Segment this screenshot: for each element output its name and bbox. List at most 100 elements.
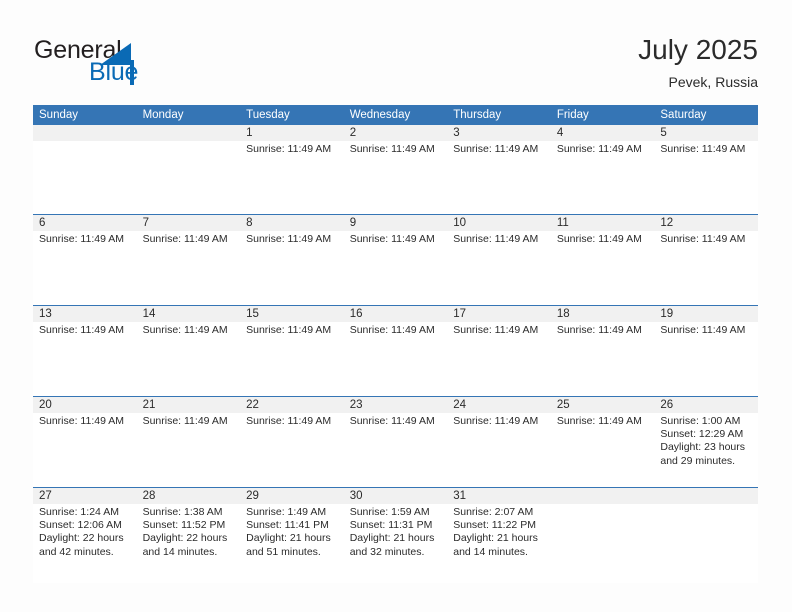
day-cell-4[interactable]: 4 Sunrise: 11:49 AM bbox=[550, 125, 655, 214]
day-cell-10[interactable]: 10 Sunrise: 11:49 AM bbox=[447, 215, 551, 305]
day-cell-20[interactable]: 20 Sunrise: 11:49 AM bbox=[33, 397, 137, 487]
day-detail-line: Sunrise: 11:49 AM bbox=[349, 324, 435, 336]
day-details: Sunrise: 11:49 AM bbox=[240, 141, 344, 156]
weekday-header-friday: Friday bbox=[556, 109, 589, 121]
day-number: 9 bbox=[343, 215, 448, 231]
day-details bbox=[654, 504, 758, 506]
day-number bbox=[654, 488, 758, 504]
day-number: 14 bbox=[136, 306, 241, 322]
weekday-header-tuesday: Tuesday bbox=[246, 109, 290, 121]
day-cell-13[interactable]: 13 Sunrise: 11:49 AM bbox=[33, 306, 137, 396]
day-number: 13 bbox=[33, 306, 137, 322]
day-detail-line: Sunrise: 11:49 AM bbox=[246, 415, 332, 427]
day-cell-17[interactable]: 17 Sunrise: 11:49 AM bbox=[447, 306, 551, 396]
day-cell-28[interactable]: 28 Sunrise: 1:38 AM Sunset: 11:52 PM Daylig… bbox=[136, 488, 241, 583]
day-detail-line: Sunrise: 11:49 AM bbox=[246, 324, 332, 336]
day-number: 10 bbox=[447, 215, 551, 231]
day-cell-30[interactable]: 30 Sunrise: 1:59 AM Sunset: 11:31 PM Daylig… bbox=[343, 488, 448, 583]
day-detail-line: Sunrise: 11:49 AM bbox=[556, 415, 642, 427]
brand-logo[interactable]: General Blue bbox=[34, 36, 274, 92]
day-detail-line: Sunrise: 11:49 AM bbox=[453, 143, 539, 155]
day-detail-line: Sunset: 12:06 AM bbox=[39, 519, 122, 532]
day-cell-6[interactable]: 6 Sunrise: 11:49 AM bbox=[33, 215, 137, 305]
day-details: Sunrise: 11:49 AM bbox=[447, 141, 551, 156]
day-cell-18[interactable]: 18 Sunrise: 11:49 AM bbox=[550, 306, 655, 396]
day-detail-line: Sunrise: 11:49 AM bbox=[142, 324, 228, 336]
day-details: Sunrise: 11:49 AM bbox=[33, 322, 137, 337]
calendar-grid: Sunday Monday Tuesday Wednesday Thursday Frid… bbox=[33, 105, 758, 583]
day-cell-26[interactable]: 26 Sunrise: 1:00 AM Sunset: 12:29 AM Daylig… bbox=[654, 397, 758, 487]
day-detail-line: Daylight: 21 hours and 32 minutes. bbox=[349, 532, 435, 558]
day-detail-line: Sunrise: 11:49 AM bbox=[660, 324, 746, 336]
weekday-header-wednesday: Wednesday bbox=[349, 109, 411, 121]
day-cell-7[interactable]: 7 Sunrise: 11:49 AM bbox=[136, 215, 241, 305]
day-details: Sunrise: 11:49 AM bbox=[654, 231, 758, 246]
day-cell-25[interactable]: 25 Sunrise: 11:49 AM bbox=[550, 397, 655, 487]
day-number: 12 bbox=[654, 215, 758, 231]
day-cell-29[interactable]: 29 Sunrise: 1:49 AM Sunset: 11:41 PM Daylig… bbox=[240, 488, 344, 583]
day-detail-line: Sunrise: 11:49 AM bbox=[556, 143, 642, 155]
day-detail-line: Sunrise: 11:49 AM bbox=[453, 233, 539, 245]
day-cell-24[interactable]: 24 Sunrise: 11:49 AM bbox=[447, 397, 551, 487]
calendar-week-cells: 27 Sunrise: 1:24 AM Sunset: 12:06 AM Daylig… bbox=[33, 488, 758, 583]
day-detail-line: Sunrise: 11:49 AM bbox=[39, 233, 125, 245]
weekday-header-row: Sunday Monday Tuesday Wednesday Thursday Frid… bbox=[33, 105, 758, 125]
day-number: 29 bbox=[240, 488, 344, 504]
day-cell-3[interactable]: 3 Sunrise: 11:49 AM bbox=[447, 125, 551, 214]
day-cell-1[interactable]: 1 Sunrise: 11:49 AM bbox=[240, 125, 344, 214]
day-number bbox=[33, 125, 137, 141]
day-number: 17 bbox=[447, 306, 551, 322]
day-number: 23 bbox=[343, 397, 448, 413]
day-cell-empty bbox=[550, 488, 655, 583]
day-detail-line: Daylight: 22 hours and 42 minutes. bbox=[39, 532, 124, 558]
day-details: Sunrise: 11:49 AM bbox=[654, 322, 758, 337]
weekday-header-monday: Monday bbox=[142, 109, 184, 121]
day-cell-9[interactable]: 9 Sunrise: 11:49 AM bbox=[343, 215, 448, 305]
day-number: 2 bbox=[343, 125, 448, 141]
day-cell-12[interactable]: 12 Sunrise: 11:49 AM bbox=[654, 215, 758, 305]
day-cell-19[interactable]: 19 Sunrise: 11:49 AM bbox=[654, 306, 758, 396]
day-cell-11[interactable]: 11 Sunrise: 11:49 AM bbox=[550, 215, 655, 305]
day-number: 15 bbox=[240, 306, 344, 322]
day-detail-line: Sunrise: 11:49 AM bbox=[556, 324, 642, 336]
day-number: 1 bbox=[240, 125, 344, 141]
day-cell-16[interactable]: 16 Sunrise: 11:49 AM bbox=[343, 306, 448, 396]
day-details: Sunrise: 1:00 AM Sunset: 12:29 AM Daylight… bbox=[654, 413, 758, 468]
day-number: 30 bbox=[343, 488, 448, 504]
day-details: Sunrise: 11:49 AM bbox=[33, 231, 137, 246]
day-cell-14[interactable]: 14 Sunrise: 11:49 AM bbox=[136, 306, 241, 396]
day-details bbox=[137, 141, 241, 143]
day-cell-23[interactable]: 23 Sunrise: 11:49 AM bbox=[343, 397, 448, 487]
page-title: July 2025 bbox=[638, 34, 758, 65]
day-details: Sunrise: 11:49 AM bbox=[240, 231, 344, 246]
day-details: Sunrise: 11:49 AM bbox=[447, 322, 551, 337]
day-cell-2[interactable]: 2 Sunrise: 11:49 AM bbox=[343, 125, 448, 214]
day-detail-line: Daylight: 23 hours and 29 minutes. bbox=[660, 441, 746, 467]
day-details: Sunrise: 11:49 AM bbox=[344, 231, 448, 246]
day-detail-line: Sunrise: 11:49 AM bbox=[39, 415, 125, 427]
day-number: 8 bbox=[240, 215, 344, 231]
day-details: Sunrise: 11:49 AM bbox=[344, 413, 448, 428]
day-details: Sunrise: 11:49 AM bbox=[551, 413, 655, 428]
weekday-header-sunday: Sunday bbox=[39, 109, 79, 121]
day-cell-15[interactable]: 15 Sunrise: 11:49 AM bbox=[240, 306, 344, 396]
calendar-week-cells: 20 Sunrise: 11:49 AM 21 Sunrise: 11:49 AM 22… bbox=[33, 397, 758, 487]
day-details: Sunrise: 2:07 AM Sunset: 11:22 PM Daylight… bbox=[447, 504, 551, 559]
brand-accent-bar bbox=[130, 60, 134, 85]
day-cell-8[interactable]: 8 Sunrise: 11:49 AM bbox=[240, 215, 344, 305]
day-cell-empty bbox=[136, 125, 241, 214]
day-detail-line: Sunrise: 1:49 AM bbox=[246, 506, 327, 518]
day-number: 4 bbox=[550, 125, 655, 141]
day-cell-5[interactable]: 5 Sunrise: 11:49 AM bbox=[654, 125, 758, 214]
day-number: 25 bbox=[550, 397, 655, 413]
day-number: 26 bbox=[654, 397, 758, 413]
page-subtitle: Pevek, Russia bbox=[668, 74, 758, 90]
day-details: Sunrise: 11:49 AM bbox=[551, 322, 655, 337]
day-detail-line: Sunrise: 1:59 AM bbox=[349, 506, 430, 518]
day-details: Sunrise: 11:49 AM bbox=[240, 322, 344, 337]
day-cell-22[interactable]: 22 Sunrise: 11:49 AM bbox=[240, 397, 344, 487]
day-cell-empty bbox=[654, 488, 758, 583]
day-cell-27[interactable]: 27 Sunrise: 1:24 AM Sunset: 12:06 AM Daylig… bbox=[33, 488, 137, 583]
day-cell-21[interactable]: 21 Sunrise: 11:49 AM bbox=[136, 397, 241, 487]
day-cell-31[interactable]: 31 Sunrise: 2:07 AM Sunset: 11:22 PM Daylig… bbox=[447, 488, 551, 583]
